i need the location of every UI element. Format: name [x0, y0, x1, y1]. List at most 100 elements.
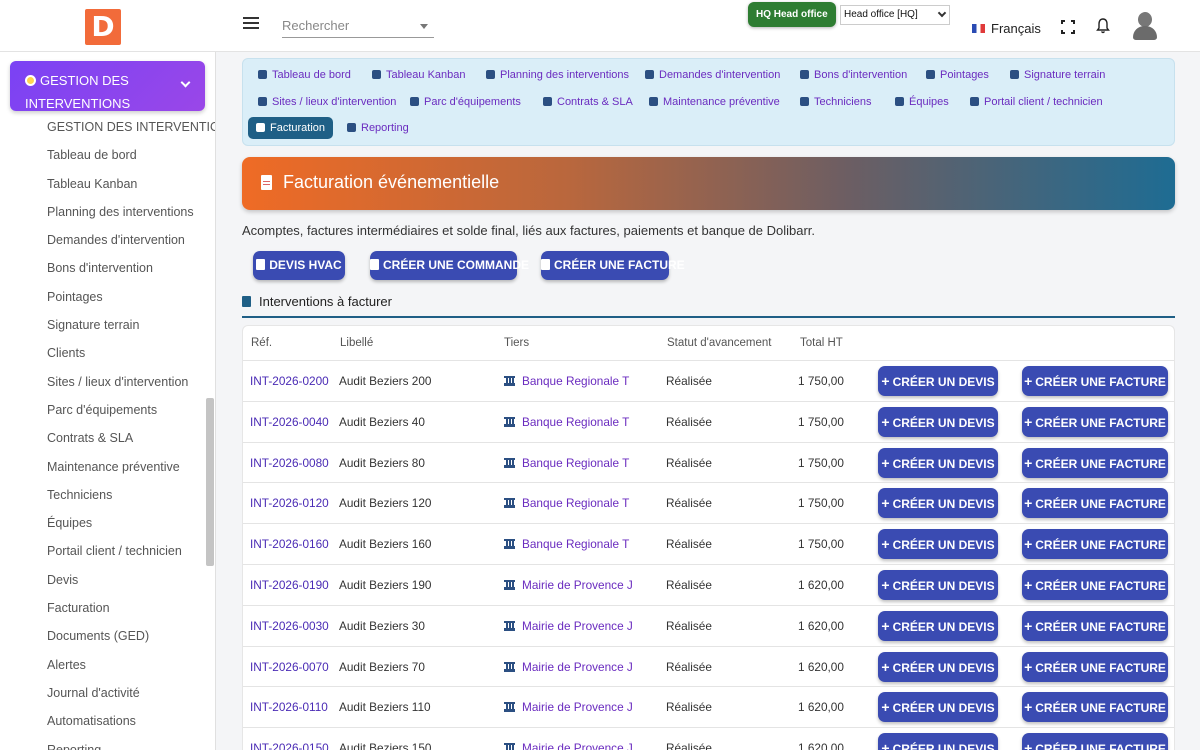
row-tiers-link[interactable]: Banque Regionale T: [504, 374, 629, 388]
row-tiers-link[interactable]: Banque Regionale T: [504, 537, 629, 551]
row-tiers-link[interactable]: Banque Regionale T: [504, 456, 629, 470]
create-facture-button[interactable]: + CRÉER UNE FACTURE: [1022, 610, 1168, 641]
sidebar-item-planning[interactable]: Planning des interventions: [47, 201, 215, 229]
row-ref-link[interactable]: INT-2026-0200: [250, 374, 329, 388]
create-facture-button[interactable]: + CRÉER UNE FACTURE: [1022, 692, 1168, 723]
menu-toggle-icon[interactable]: [243, 17, 259, 31]
row-ref-link[interactable]: INT-2026-0190: [250, 578, 329, 592]
create-devis-button[interactable]: + CRÉER UN DEVIS: [878, 366, 998, 396]
sidebar-item-pointages[interactable]: Pointages: [47, 286, 215, 314]
sidebar-item-tableau-de-bord[interactable]: Tableau de bord: [47, 144, 215, 172]
nav-label: Tableau Kanban: [386, 69, 466, 81]
create-order-button[interactable]: CRÉER UNE COMMANDE: [370, 251, 529, 280]
avatar[interactable]: [1133, 12, 1157, 40]
row-ref-link[interactable]: INT-2026-0160: [250, 537, 329, 551]
sidebar-item-alertes[interactable]: Alertes: [47, 654, 215, 682]
row-tiers-link[interactable]: Banque Regionale T: [504, 415, 629, 429]
create-devis-button[interactable]: + CRÉER UN DEVIS: [878, 651, 998, 682]
row-tiers-link[interactable]: Mairie de Provence J: [504, 578, 633, 592]
sidebar-item-gestion[interactable]: GESTION DES INTERVENTIONS: [47, 116, 215, 144]
nav-pointages[interactable]: Pointages: [926, 64, 989, 86]
create-facture-button[interactable]: + CRÉER UNE FACTURE: [1022, 488, 1168, 519]
create-invoice-button[interactable]: CRÉER UNE FACTURE: [541, 251, 685, 280]
create-devis-button[interactable]: + CRÉER UN DEVIS: [878, 733, 998, 750]
nav-contrats[interactable]: Contrats & SLA: [543, 91, 633, 113]
bell-icon[interactable]: [1096, 18, 1110, 34]
sidebar-section-header[interactable]: GESTION DES INTERVENTIONS: [10, 61, 205, 111]
sidebar-item-automatisations[interactable]: Automatisations: [47, 710, 215, 738]
nav-planning[interactable]: Planning des interventions: [486, 64, 629, 86]
nav-portail[interactable]: Portail client / technicien: [970, 91, 1103, 113]
nav-maintenance[interactable]: Maintenance préventive: [649, 91, 780, 113]
sidebar-item-sites[interactable]: Sites / lieux d'intervention: [47, 371, 215, 399]
sidebar-item-equipes[interactable]: Équipes: [47, 512, 215, 540]
nav-equipes[interactable]: Équipes: [895, 91, 949, 113]
create-devis-button[interactable]: + CRÉER UN DEVIS: [878, 447, 998, 478]
sidebar-item-portail[interactable]: Portail client / technicien: [47, 540, 215, 568]
create-facture-button[interactable]: + CRÉER UNE FACTURE: [1022, 651, 1168, 682]
entity-badge[interactable]: HQ Head office: [748, 2, 836, 27]
app-logo[interactable]: D: [85, 9, 121, 45]
create-facture-button[interactable]: + CRÉER UNE FACTURE: [1022, 529, 1168, 560]
create-facture-button[interactable]: + CRÉER UNE FACTURE: [1022, 570, 1168, 600]
row-tiers-link[interactable]: Mairie de Provence J: [504, 741, 633, 750]
create-facture-button[interactable]: + CRÉER UNE FACTURE: [1022, 366, 1168, 396]
nav-demandes[interactable]: Demandes d'intervention: [645, 64, 780, 86]
row-ref-link[interactable]: INT-2026-0120: [250, 496, 329, 510]
row-tiers-link[interactable]: Banque Regionale T: [504, 496, 629, 510]
fullscreen-icon[interactable]: [1061, 20, 1075, 34]
create-devis-button[interactable]: + CRÉER UN DEVIS: [878, 529, 998, 560]
create-facture-button[interactable]: + CRÉER UNE FACTURE: [1022, 733, 1168, 750]
create-devis-button[interactable]: + CRÉER UN DEVIS: [878, 692, 998, 723]
sidebar-item-contrats[interactable]: Contrats & SLA: [47, 427, 215, 455]
row-ref-link[interactable]: INT-2026-0070: [250, 660, 329, 674]
plus-icon: +: [1024, 617, 1033, 634]
sidebar-item-maintenance[interactable]: Maintenance préventive: [47, 456, 215, 484]
create-facture-button[interactable]: + CRÉER UNE FACTURE: [1022, 406, 1168, 437]
row-ref-link[interactable]: INT-2026-0110: [250, 700, 328, 714]
col-total[interactable]: Total HT: [800, 337, 843, 349]
nav-bons[interactable]: Bons d'intervention: [800, 64, 907, 86]
nav-facturation[interactable]: Facturation: [248, 117, 334, 139]
row-tiers-link[interactable]: Mairie de Provence J: [504, 700, 633, 714]
nav-tableau-de-bord[interactable]: Tableau de bord: [258, 64, 351, 86]
create-devis-button[interactable]: + CRÉER UN DEVIS: [878, 488, 998, 519]
create-facture-button[interactable]: + CRÉER UNE FACTURE: [1022, 447, 1168, 478]
col-tiers[interactable]: Tiers: [504, 337, 529, 349]
col-libelle[interactable]: Libellé: [340, 337, 373, 349]
sidebar-item-facturation[interactable]: Facturation: [47, 597, 215, 625]
sidebar-item-clients[interactable]: Clients: [47, 342, 215, 370]
sidebar-scrollbar[interactable]: [206, 398, 214, 566]
row-ref-link[interactable]: INT-2026-0150: [250, 741, 329, 750]
col-statut[interactable]: Statut d'avancement: [667, 337, 771, 349]
sidebar-item-signature[interactable]: Signature terrain: [47, 314, 215, 342]
row-tiers-link[interactable]: Mairie de Provence J: [504, 619, 633, 633]
row-tiers-link[interactable]: Mairie de Provence J: [504, 660, 633, 674]
nav-kanban[interactable]: Tableau Kanban: [372, 64, 466, 86]
sidebar-item-techniciens[interactable]: Techniciens: [47, 484, 215, 512]
create-devis-button[interactable]: + CRÉER UN DEVIS: [878, 610, 998, 641]
language-selector[interactable]: Français: [972, 21, 1041, 36]
create-devis-button[interactable]: + CRÉER UN DEVIS: [878, 570, 998, 600]
devis-hvac-button[interactable]: DEVIS HVAC: [253, 251, 345, 280]
sidebar-item-kanban[interactable]: Tableau Kanban: [47, 173, 215, 201]
sidebar-item-parc[interactable]: Parc d'équipements: [47, 399, 215, 427]
row-ref-link[interactable]: INT-2026-0030: [250, 619, 329, 633]
nav-signature[interactable]: Signature terrain: [1010, 64, 1105, 86]
nav-techniciens[interactable]: Techniciens: [800, 91, 871, 113]
search-input[interactable]: Rechercher: [282, 14, 434, 38]
sidebar-item-devis[interactable]: Devis: [47, 569, 215, 597]
sidebar-item-demandes[interactable]: Demandes d'intervention: [47, 229, 215, 257]
nav-sites[interactable]: Sites / lieux d'intervention: [258, 91, 396, 113]
sidebar-item-documents[interactable]: Documents (GED): [47, 625, 215, 653]
col-ref[interactable]: Réf.: [251, 337, 272, 349]
row-ref-link[interactable]: INT-2026-0080: [250, 456, 329, 470]
sidebar-item-reporting[interactable]: Reporting: [47, 739, 215, 750]
row-ref-link[interactable]: INT-2026-0040: [250, 415, 329, 429]
nav-reporting[interactable]: Reporting: [347, 117, 409, 139]
sidebar-item-journal[interactable]: Journal d'activité: [47, 682, 215, 710]
entity-select[interactable]: Head office [HQ]: [840, 5, 950, 25]
create-devis-button[interactable]: + CRÉER UN DEVIS: [878, 406, 998, 437]
nav-parc[interactable]: Parc d'équipements: [410, 91, 521, 113]
sidebar-item-bons[interactable]: Bons d'intervention: [47, 257, 215, 285]
